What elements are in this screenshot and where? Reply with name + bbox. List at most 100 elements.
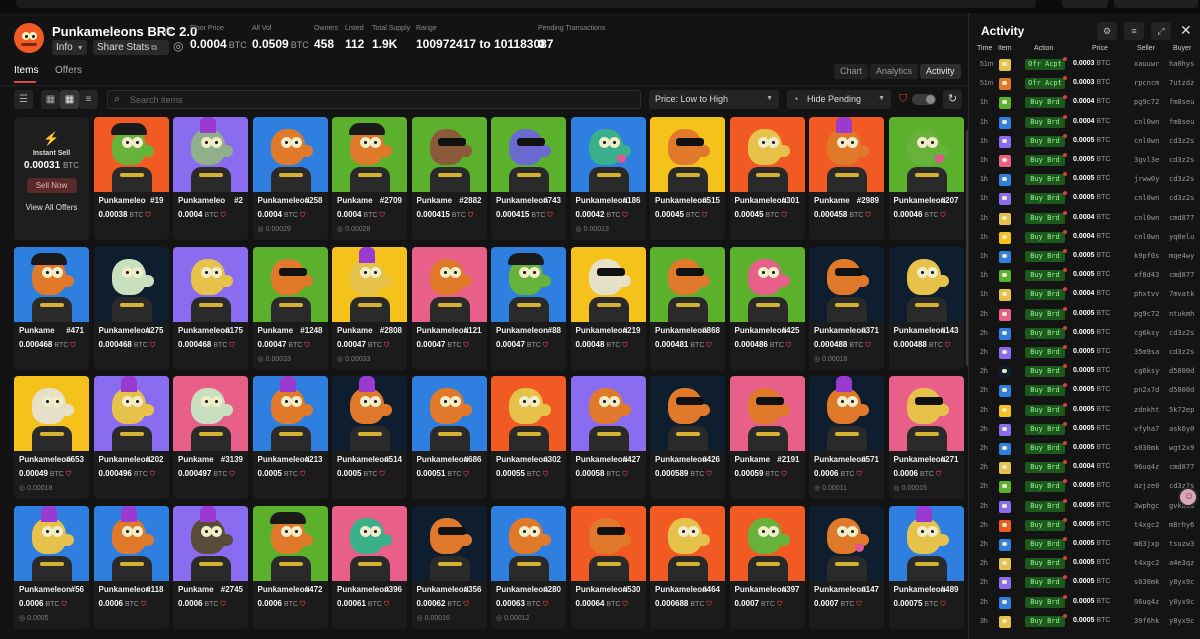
activity-seller[interactable]: 3gvl3e bbox=[1134, 156, 1159, 164]
activity-buyer[interactable]: cd3z2s bbox=[1169, 348, 1194, 356]
activity-row[interactable]: 2h Buy Brd 0.0004 BTC 96uq4z cmd877 bbox=[969, 458, 1200, 477]
activity-buyer[interactable]: ha0hys bbox=[1169, 60, 1194, 68]
activity-seller[interactable]: cnl0wn bbox=[1134, 214, 1159, 222]
tab-analytics[interactable]: Analytics bbox=[870, 64, 919, 79]
activity-seller[interactable]: azjze0 bbox=[1134, 482, 1159, 490]
nft-card[interactable]: Punkameleon #186 0.00042 BTC ⛉ ◎ 0.00013 bbox=[570, 117, 646, 240]
view-all-offers-link[interactable]: View All Offers bbox=[14, 203, 89, 212]
activity-buyer[interactable]: tsuzw3 bbox=[1169, 540, 1194, 548]
activity-row[interactable]: 2h Buy Brd 0.0005 BTC vfyha7 ask6y0 bbox=[969, 420, 1200, 439]
grid-large-button[interactable]: ▦ bbox=[41, 90, 60, 109]
activity-row[interactable]: 3h Buy Brd 0.0005 BTC 39f6hk y8yx9c bbox=[969, 612, 1200, 631]
activity-seller[interactable]: k9pf0s bbox=[1134, 252, 1159, 260]
search-input[interactable] bbox=[130, 93, 630, 107]
activity-seller[interactable]: 96uq4z bbox=[1134, 463, 1159, 471]
activity-buyer[interactable]: y8yx9c bbox=[1169, 578, 1194, 586]
activity-seller[interactable]: cnl0wn bbox=[1134, 137, 1159, 145]
activity-buyer[interactable]: fm8seu bbox=[1169, 118, 1194, 126]
activity-buyer[interactable]: ask6y0 bbox=[1169, 425, 1194, 433]
activity-seller[interactable]: pn2x7d bbox=[1134, 386, 1159, 394]
activity-item-thumb[interactable] bbox=[999, 289, 1011, 302]
activity-item-thumb[interactable] bbox=[999, 366, 1011, 379]
activity-seller[interactable]: phxtvv bbox=[1134, 290, 1159, 298]
nft-card[interactable]: Punkameleon #489 0.00075 BTC ⛉ bbox=[888, 505, 964, 629]
activity-row[interactable]: 2h Buy Brd 0.0005 BTC 96uq4z y8yx9c bbox=[969, 593, 1200, 612]
activity-buyer[interactable]: cd3z2s bbox=[1169, 194, 1194, 202]
activity-seller[interactable]: cg6ksy bbox=[1134, 367, 1159, 375]
activity-item-thumb[interactable] bbox=[999, 212, 1011, 225]
nft-card[interactable]: Punkameleon #271 0.0006 BTC ⛉ ◎ 0.00015 bbox=[888, 376, 964, 499]
nft-card[interactable]: Punkameleon #175 0.000468 BTC ⛉ bbox=[173, 246, 248, 370]
activity-buyer[interactable]: cmd877 bbox=[1169, 214, 1194, 222]
activity-seller[interactable]: cnl0wn bbox=[1134, 194, 1159, 202]
nft-card[interactable]: Punkameleo #2 0.0004 BTC ⛉ bbox=[173, 117, 248, 240]
nft-card[interactable]: Punkameleon #280 0.00063 BTC ⛉ ◎ 0.00012 bbox=[491, 505, 566, 629]
activity-item-thumb[interactable] bbox=[999, 251, 1011, 263]
activity-row[interactable]: 2h Buy Brd 0.0005 BTC zdnkht 5k72ep bbox=[969, 401, 1200, 420]
nft-card[interactable]: Punkameleo #19 0.00038 BTC ⛉ bbox=[93, 117, 169, 240]
share-stats-button[interactable]: Share Stats ⧉ bbox=[93, 40, 169, 55]
activity-row[interactable]: 2h Buy Brd 0.0005 BTC t4xgc2 a4e3qz bbox=[969, 554, 1200, 573]
star-icon[interactable]: ☆ bbox=[162, 23, 174, 39]
nft-card[interactable]: Punkameleon #371 0.000488 BTC ⛉ ◎ 0.00018 bbox=[809, 246, 884, 370]
activity-buyer[interactable]: d5800d bbox=[1169, 367, 1194, 375]
activity-item-thumb[interactable] bbox=[999, 174, 1011, 187]
activity-buyer[interactable]: d5800d bbox=[1169, 386, 1194, 394]
nft-card[interactable]: Punkameleon #686 0.00051 BTC ⛉ bbox=[411, 376, 487, 499]
nft-card[interactable]: Punkame #2882 0.000415 BTC ⛉ bbox=[411, 117, 487, 240]
top-button[interactable] bbox=[1062, 0, 1108, 8]
activity-buyer[interactable]: y8yx9c bbox=[1169, 598, 1194, 606]
activity-buyer[interactable]: cmd877 bbox=[1169, 463, 1194, 471]
activity-row[interactable]: 1h Buy Brd 0.0005 BTC xf8d43 cmd877 bbox=[969, 266, 1200, 285]
activity-row[interactable]: 1h Buy Brd 0.0004 BTC phxtvv 7mvatk bbox=[969, 285, 1200, 304]
activity-item-thumb[interactable] bbox=[999, 481, 1011, 494]
nft-card[interactable]: Punkame #2745 0.0006 BTC ⛉ bbox=[173, 505, 248, 629]
activity-seller[interactable]: xauuwr bbox=[1134, 60, 1159, 68]
activity-seller[interactable]: vfyha7 bbox=[1134, 425, 1159, 433]
activity-row[interactable]: 2h Buy Brd 0.0005 BTC 3wphgc gvkaus bbox=[969, 497, 1200, 516]
activity-row[interactable]: 1h Buy Brd 0.0005 BTC k9pf0s mqe4wy bbox=[969, 247, 1200, 266]
sell-now-button[interactable]: Sell Now bbox=[26, 178, 77, 193]
activity-item-thumb[interactable] bbox=[999, 558, 1011, 571]
activity-buyer[interactable]: 7utzdz bbox=[1169, 79, 1194, 87]
nft-card[interactable]: Punkameleon #464 0.000688 BTC ⛉ bbox=[650, 505, 725, 629]
activity-row[interactable]: 1h Buy Brd 0.0005 BTC jrww0y cd3z2s bbox=[969, 170, 1200, 189]
nft-card[interactable]: Punkameleon #356 0.00062 BTC ⛉ ◎ 0.00016 bbox=[411, 505, 487, 629]
tab-chart[interactable]: Chart bbox=[834, 64, 869, 79]
activity-row[interactable]: 1h Buy Brd 0.0004 BTC cnl0wn fm8seu bbox=[969, 113, 1200, 132]
activity-seller[interactable]: xf8d43 bbox=[1134, 271, 1159, 279]
activity-row[interactable]: 2h Buy Brd 0.0005 BTC s030mk wgt2x9 bbox=[969, 439, 1200, 458]
floating-help-button[interactable]: ☺ bbox=[1178, 487, 1198, 507]
activity-seller[interactable]: cg6ksy bbox=[1134, 329, 1159, 337]
activity-buyer[interactable]: 5k72ep bbox=[1169, 406, 1194, 414]
activity-row[interactable]: 2h Buy Brd 0.0005 BTC cg6ksy cd3z2s bbox=[969, 324, 1200, 343]
expand-button[interactable]: ⤢ bbox=[1151, 22, 1171, 40]
nft-card[interactable]: Punkameleon #571 0.0006 BTC ⛉ ◎ 0.00011 bbox=[809, 376, 884, 499]
nft-card[interactable]: Punkameleon #472 0.0006 BTC ⛉ bbox=[252, 505, 328, 629]
activity-item-thumb[interactable] bbox=[999, 462, 1011, 475]
nft-card[interactable]: Punkameleon #397 0.0007 BTC ⛉ bbox=[729, 505, 805, 629]
activity-row[interactable]: 2h Buy Brd 0.0005 BTC cg6ksy d5800d bbox=[969, 362, 1200, 381]
nft-card[interactable]: Punkameleon #207 0.00046 BTC ⛉ bbox=[888, 117, 964, 240]
nft-card[interactable]: Punkameleon #396 0.00061 BTC ⛉ bbox=[332, 505, 407, 629]
activity-seller[interactable]: t4xgc2 bbox=[1134, 559, 1159, 567]
activity-seller[interactable]: m83jxp bbox=[1134, 540, 1159, 548]
activity-item-thumb[interactable] bbox=[999, 443, 1011, 455]
nft-card[interactable]: Punkameleon #427 0.00058 BTC ⛉ bbox=[570, 376, 646, 499]
activity-item-thumb[interactable] bbox=[999, 500, 1011, 513]
nft-card[interactable]: Punkameleon #515 0.00045 BTC ⛉ bbox=[650, 117, 725, 240]
filter-toggle-button[interactable]: ☰ bbox=[14, 90, 33, 109]
activity-buyer[interactable]: fm8seu bbox=[1169, 98, 1194, 106]
activity-buyer[interactable]: 7mvatk bbox=[1169, 290, 1194, 298]
activity-item-thumb[interactable] bbox=[999, 135, 1011, 148]
nft-card[interactable]: Punkameleon #530 0.00064 BTC ⛉ bbox=[570, 505, 646, 629]
info-dropdown[interactable]: Info ▼ bbox=[52, 40, 87, 55]
activity-buyer[interactable]: a4e3qz bbox=[1169, 559, 1194, 567]
activity-row[interactable]: 2h Buy Brd 0.0005 BTC azjze0 cd3z2s bbox=[969, 477, 1200, 496]
nft-card[interactable]: Punkameleon #147 0.0007 BTC ⛉ bbox=[809, 505, 884, 629]
wallet-button[interactable] bbox=[1114, 0, 1198, 8]
activity-seller[interactable]: s030mk bbox=[1134, 578, 1159, 586]
activity-row[interactable]: 1h Buy Brd 0.0005 BTC 3gvl3e cd3z2s bbox=[969, 151, 1200, 170]
global-search-bar[interactable] bbox=[16, 0, 1036, 8]
pending-select[interactable]: ◔ Hide Pending ▼ bbox=[787, 90, 891, 109]
